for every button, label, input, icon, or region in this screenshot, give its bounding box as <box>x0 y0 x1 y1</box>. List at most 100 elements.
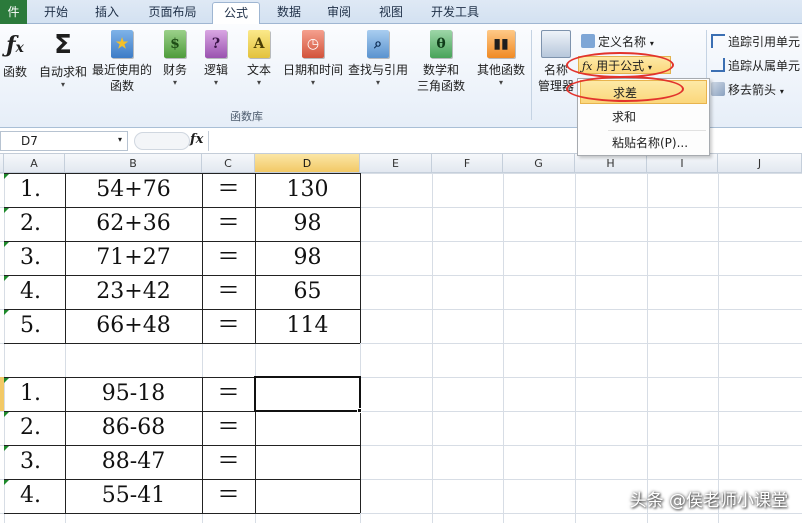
cell-d[interactable] <box>255 479 360 513</box>
formula-bar-resize-handle[interactable] <box>134 132 190 150</box>
chevron-down-icon: ▾ <box>256 78 261 87</box>
menu-item-qiuhe[interactable]: 求和 <box>580 105 707 129</box>
worksheet-grid[interactable]: ABCDEFGHIJ 1. 54+76 ＝ 130 2. 62+36 ＝ 98 3. 71+27 ＝… <box>0 154 802 523</box>
financial-button[interactable]: $ 财务 ▾ <box>158 30 192 88</box>
cell-b[interactable]: 23+42 <box>65 275 202 309</box>
text-button[interactable]: A 文本 ▾ <box>242 30 276 88</box>
cell-c[interactable]: ＝ <box>202 309 255 343</box>
star-book-icon: ★ <box>111 30 133 58</box>
cell-d[interactable] <box>255 411 360 445</box>
cell-b[interactable]: 86-68 <box>65 411 202 445</box>
column-header-j[interactable]: J <box>718 154 802 173</box>
cell-a[interactable]: 3. <box>4 241 65 275</box>
table-border <box>202 241 203 275</box>
tab-insert[interactable]: 插入 <box>84 2 130 24</box>
more-functions-button[interactable]: ▮▮ 其他函数 ▾ <box>472 30 530 88</box>
use-in-formula-label: 用于公式 <box>596 59 645 73</box>
column-header-i[interactable]: I <box>647 154 718 173</box>
column-header-a[interactable]: A <box>4 154 65 173</box>
tag-icon <box>581 34 595 48</box>
lookup-reference-button[interactable]: ⌕ 查找与引用 ▾ <box>346 30 410 88</box>
cell-a[interactable]: 1. <box>4 173 65 207</box>
name-box[interactable]: D7 <box>0 131 128 151</box>
cell-a[interactable]: 1. <box>4 377 65 411</box>
cell-d[interactable]: 65 <box>255 275 360 309</box>
logical-button[interactable]: ? 逻辑 ▾ <box>199 30 233 88</box>
table-border <box>65 479 66 513</box>
tab-developer[interactable]: 开发工具 <box>420 2 490 24</box>
cell-d[interactable] <box>255 445 360 479</box>
cell-d[interactable]: 98 <box>255 207 360 241</box>
math-trig-button[interactable]: θ 数学和 三角函数 <box>412 30 470 94</box>
fill-handle[interactable] <box>357 408 362 413</box>
cell-a[interactable]: 4. <box>4 275 65 309</box>
tab-home[interactable]: 开始 <box>32 2 80 24</box>
cell-a[interactable]: 3. <box>4 445 65 479</box>
cell-b[interactable]: 95-18 <box>65 377 202 411</box>
column-header-g[interactable]: G <box>503 154 575 173</box>
selected-cell-outline[interactable] <box>254 376 361 412</box>
cell-c[interactable]: ＝ <box>202 377 255 411</box>
define-name-button[interactable]: 定义名称 ▾ <box>581 33 654 51</box>
theta-book-icon: θ <box>430 30 452 58</box>
row-header-selected[interactable] <box>0 377 4 411</box>
ribbon-tab-bar: 件 开始 插入 页面布局 公式 数据 审阅 视图 开发工具 <box>0 0 802 25</box>
cell-c[interactable]: ＝ <box>202 445 255 479</box>
name-manager-button[interactable]: 名称 管理器 <box>535 30 577 94</box>
table-border <box>360 241 361 275</box>
autosum-button[interactable]: Σ 自动求和 ▾ <box>37 30 89 90</box>
chevron-down-icon: ▾ <box>375 78 380 87</box>
date-time-button[interactable]: ◷ 日期和时间 ▾ <box>281 30 345 88</box>
cell-a[interactable]: 4. <box>4 479 65 513</box>
column-header-d[interactable]: D <box>255 154 360 173</box>
cell-d[interactable]: 114 <box>255 309 360 343</box>
cell-d[interactable]: 98 <box>255 241 360 275</box>
column-header-e[interactable]: E <box>360 154 432 173</box>
column-header-b[interactable]: B <box>65 154 202 173</box>
trace-dependents-button[interactable]: 追踪从属单元 <box>711 57 800 75</box>
cell-a[interactable]: 5. <box>4 309 65 343</box>
chevron-down-icon[interactable]: ▾ <box>118 135 122 144</box>
cell-b[interactable]: 88-47 <box>65 445 202 479</box>
cell-b[interactable]: 62+36 <box>65 207 202 241</box>
cell-b[interactable]: 71+27 <box>65 241 202 275</box>
tab-page-layout[interactable]: 页面布局 <box>135 2 210 24</box>
menu-item-qiucha[interactable]: 求差 <box>580 80 707 104</box>
tab-formulas[interactable]: 公式 <box>212 2 260 25</box>
cell-d[interactable]: 130 <box>255 173 360 207</box>
group-separator <box>531 30 532 120</box>
trace-precedents-button[interactable]: 追踪引用单元 <box>711 33 800 51</box>
tab-file[interactable]: 件 <box>0 0 27 24</box>
cell-b[interactable]: 66+48 <box>65 309 202 343</box>
use-in-formula-button[interactable]: ƒx 用于公式 ▾ <box>578 56 671 74</box>
tab-view[interactable]: 视图 <box>368 2 414 24</box>
cell-c[interactable]: ＝ <box>202 275 255 309</box>
column-header-c[interactable]: C <box>202 154 255 173</box>
formula-input[interactable] <box>208 131 802 151</box>
tab-review[interactable]: 审阅 <box>316 2 362 24</box>
cell-b[interactable]: 55-41 <box>65 479 202 513</box>
cell-c[interactable]: ＝ <box>202 479 255 513</box>
menu-item-paste-names[interactable]: 粘贴名称(P)... <box>580 131 707 155</box>
recent-functions-button[interactable]: ★ 最近使用的 函数 <box>91 30 153 94</box>
table-border <box>202 445 203 479</box>
gridline-vertical <box>647 173 648 523</box>
insert-function-button[interactable]: ƒx 函数 <box>0 30 30 80</box>
insert-function-fx-icon[interactable]: fx <box>190 132 203 147</box>
cell-a[interactable]: 2. <box>4 411 65 445</box>
cell-c[interactable]: ＝ <box>202 173 255 207</box>
cell-b[interactable]: 54+76 <box>65 173 202 207</box>
tab-data[interactable]: 数据 <box>266 2 312 24</box>
cell-a[interactable]: 2. <box>4 207 65 241</box>
column-header-h[interactable]: H <box>575 154 647 173</box>
table-border <box>4 275 360 276</box>
table-border <box>4 241 360 242</box>
cell-c[interactable]: ＝ <box>202 411 255 445</box>
error-indicator-triangle <box>4 276 9 281</box>
math-trig-label-2: 三角函数 <box>416 79 465 93</box>
column-header-f[interactable]: F <box>432 154 503 173</box>
table-border <box>255 207 256 241</box>
cell-c[interactable]: ＝ <box>202 241 255 275</box>
remove-arrows-button[interactable]: 移去箭头 ▾ <box>711 81 784 99</box>
cell-c[interactable]: ＝ <box>202 207 255 241</box>
